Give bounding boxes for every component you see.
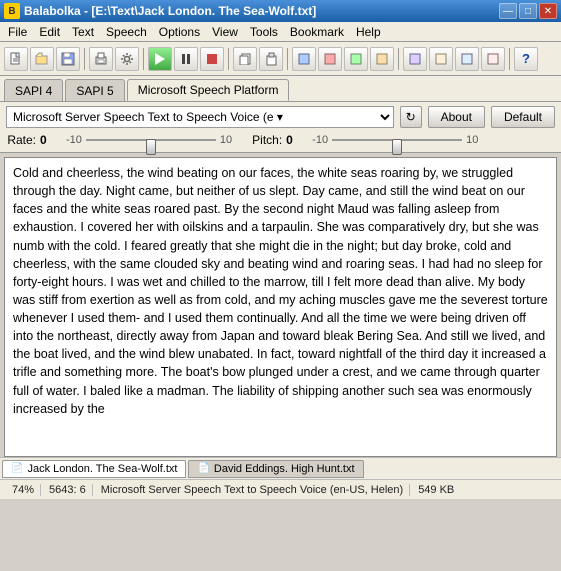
- open-button[interactable]: [30, 47, 54, 71]
- about-button[interactable]: About: [428, 106, 485, 128]
- menu-edit[interactable]: Edit: [33, 23, 66, 41]
- bottom-tabs: 📄 Jack London. The Sea-Wolf.txt 📄 David …: [0, 457, 561, 479]
- stop-button[interactable]: [200, 47, 224, 71]
- toolbar-sep-1: [84, 48, 85, 70]
- title-bar: B Balabolka - [E:\Text\Jack London. The …: [0, 0, 561, 22]
- settings-button[interactable]: [115, 47, 139, 71]
- menu-speech[interactable]: Speech: [100, 23, 153, 41]
- voice-select[interactable]: Microsoft Server Speech Text to Speech V…: [6, 106, 394, 128]
- pitch-thumb[interactable]: [392, 139, 402, 155]
- rate-track[interactable]: [86, 132, 216, 148]
- default-button[interactable]: Default: [491, 106, 555, 128]
- toolbar-sep-6: [509, 48, 510, 70]
- bottom-tab-seawolf-label: Jack London. The Sea-Wolf.txt: [27, 463, 177, 475]
- tb-btn-f[interactable]: [429, 47, 453, 71]
- menu-text[interactable]: Text: [66, 23, 100, 41]
- menu-bookmark[interactable]: Bookmark: [284, 23, 350, 41]
- toolbar-sep-5: [398, 48, 399, 70]
- tb-btn-a[interactable]: [292, 47, 316, 71]
- window-title: Balabolka - [E:\Text\Jack London. The Se…: [24, 4, 316, 18]
- pitch-max: 10: [466, 134, 478, 146]
- toolbar: ?: [0, 42, 561, 76]
- paste-button[interactable]: [259, 47, 283, 71]
- rate-value: 0: [40, 133, 56, 147]
- rate-group: Rate: 0: [6, 133, 56, 147]
- status-size: 549 KB: [412, 484, 460, 496]
- save-button[interactable]: [56, 47, 80, 71]
- rate-slider-group: -10 10: [66, 132, 232, 148]
- status-zoom: 74%: [6, 484, 41, 496]
- tb-btn-h[interactable]: [481, 47, 505, 71]
- pitch-group: Pitch: 0: [252, 133, 302, 147]
- help-button[interactable]: ?: [514, 47, 538, 71]
- menu-file[interactable]: File: [2, 23, 33, 41]
- window-controls: — □ ✕: [499, 3, 557, 19]
- sapi-tabs: SAPI 4 SAPI 5 Microsoft Speech Platform: [0, 76, 561, 102]
- file-icon-seawolf: 📄: [11, 463, 23, 474]
- text-content[interactable]: Cold and cheerless, the wind beating on …: [4, 157, 557, 457]
- rate-max: 10: [220, 134, 232, 146]
- bottom-tab-highhunt[interactable]: 📄 David Eddings. High Hunt.txt: [188, 460, 363, 478]
- bottom-tab-highhunt-label: David Eddings. High Hunt.txt: [214, 463, 355, 475]
- new-button[interactable]: [4, 47, 28, 71]
- status-position: 5643: 6: [43, 484, 93, 496]
- rate-thumb[interactable]: [146, 139, 156, 155]
- refresh-button[interactable]: ↻: [400, 106, 422, 128]
- minimize-button[interactable]: —: [499, 3, 517, 19]
- app-icon: B: [4, 3, 20, 19]
- toolbar-sep-2: [143, 48, 144, 70]
- close-button[interactable]: ✕: [539, 3, 557, 19]
- sliders-row: Rate: 0 -10 10 Pitch: 0 -10 10: [6, 132, 555, 148]
- pitch-min: -10: [312, 134, 328, 146]
- status-bar: 74% 5643: 6 Microsoft Server Speech Text…: [0, 479, 561, 499]
- print-button[interactable]: [89, 47, 113, 71]
- menu-tools[interactable]: Tools: [244, 23, 284, 41]
- tb-btn-e[interactable]: [403, 47, 427, 71]
- toolbar-sep-4: [287, 48, 288, 70]
- tb-btn-g[interactable]: [455, 47, 479, 71]
- bottom-tab-seawolf[interactable]: 📄 Jack London. The Sea-Wolf.txt: [2, 460, 186, 478]
- rate-min: -10: [66, 134, 82, 146]
- file-icon-highhunt: 📄: [197, 463, 209, 474]
- pitch-label: Pitch:: [252, 133, 282, 147]
- menu-view[interactable]: View: [206, 23, 244, 41]
- tab-sapi4[interactable]: SAPI 4: [4, 79, 63, 101]
- tab-microsoft-speech[interactable]: Microsoft Speech Platform: [127, 79, 290, 101]
- toolbar-sep-3: [228, 48, 229, 70]
- tb-btn-c[interactable]: [344, 47, 368, 71]
- pitch-track[interactable]: [332, 132, 462, 148]
- tb-btn-b[interactable]: [318, 47, 342, 71]
- tb-btn-d[interactable]: [370, 47, 394, 71]
- menu-help[interactable]: Help: [350, 23, 387, 41]
- maximize-button[interactable]: □: [519, 3, 537, 19]
- menu-options[interactable]: Options: [153, 23, 206, 41]
- pitch-slider-group: -10 10: [312, 132, 478, 148]
- menu-bar: File Edit Text Speech Options View Tools…: [0, 22, 561, 42]
- pause-button[interactable]: [174, 47, 198, 71]
- play-button[interactable]: [148, 47, 172, 71]
- rate-label: Rate:: [6, 133, 36, 147]
- title-bar-left: B Balabolka - [E:\Text\Jack London. The …: [4, 3, 316, 19]
- tab-sapi5[interactable]: SAPI 5: [65, 79, 124, 101]
- copy-button[interactable]: [233, 47, 257, 71]
- voice-panel: Microsoft Server Speech Text to Speech V…: [0, 102, 561, 153]
- status-engine: Microsoft Server Speech Text to Speech V…: [95, 484, 410, 496]
- text-wrapper: Cold and cheerless, the wind beating on …: [4, 157, 557, 457]
- pitch-value: 0: [286, 133, 302, 147]
- voice-row: Microsoft Server Speech Text to Speech V…: [6, 106, 555, 128]
